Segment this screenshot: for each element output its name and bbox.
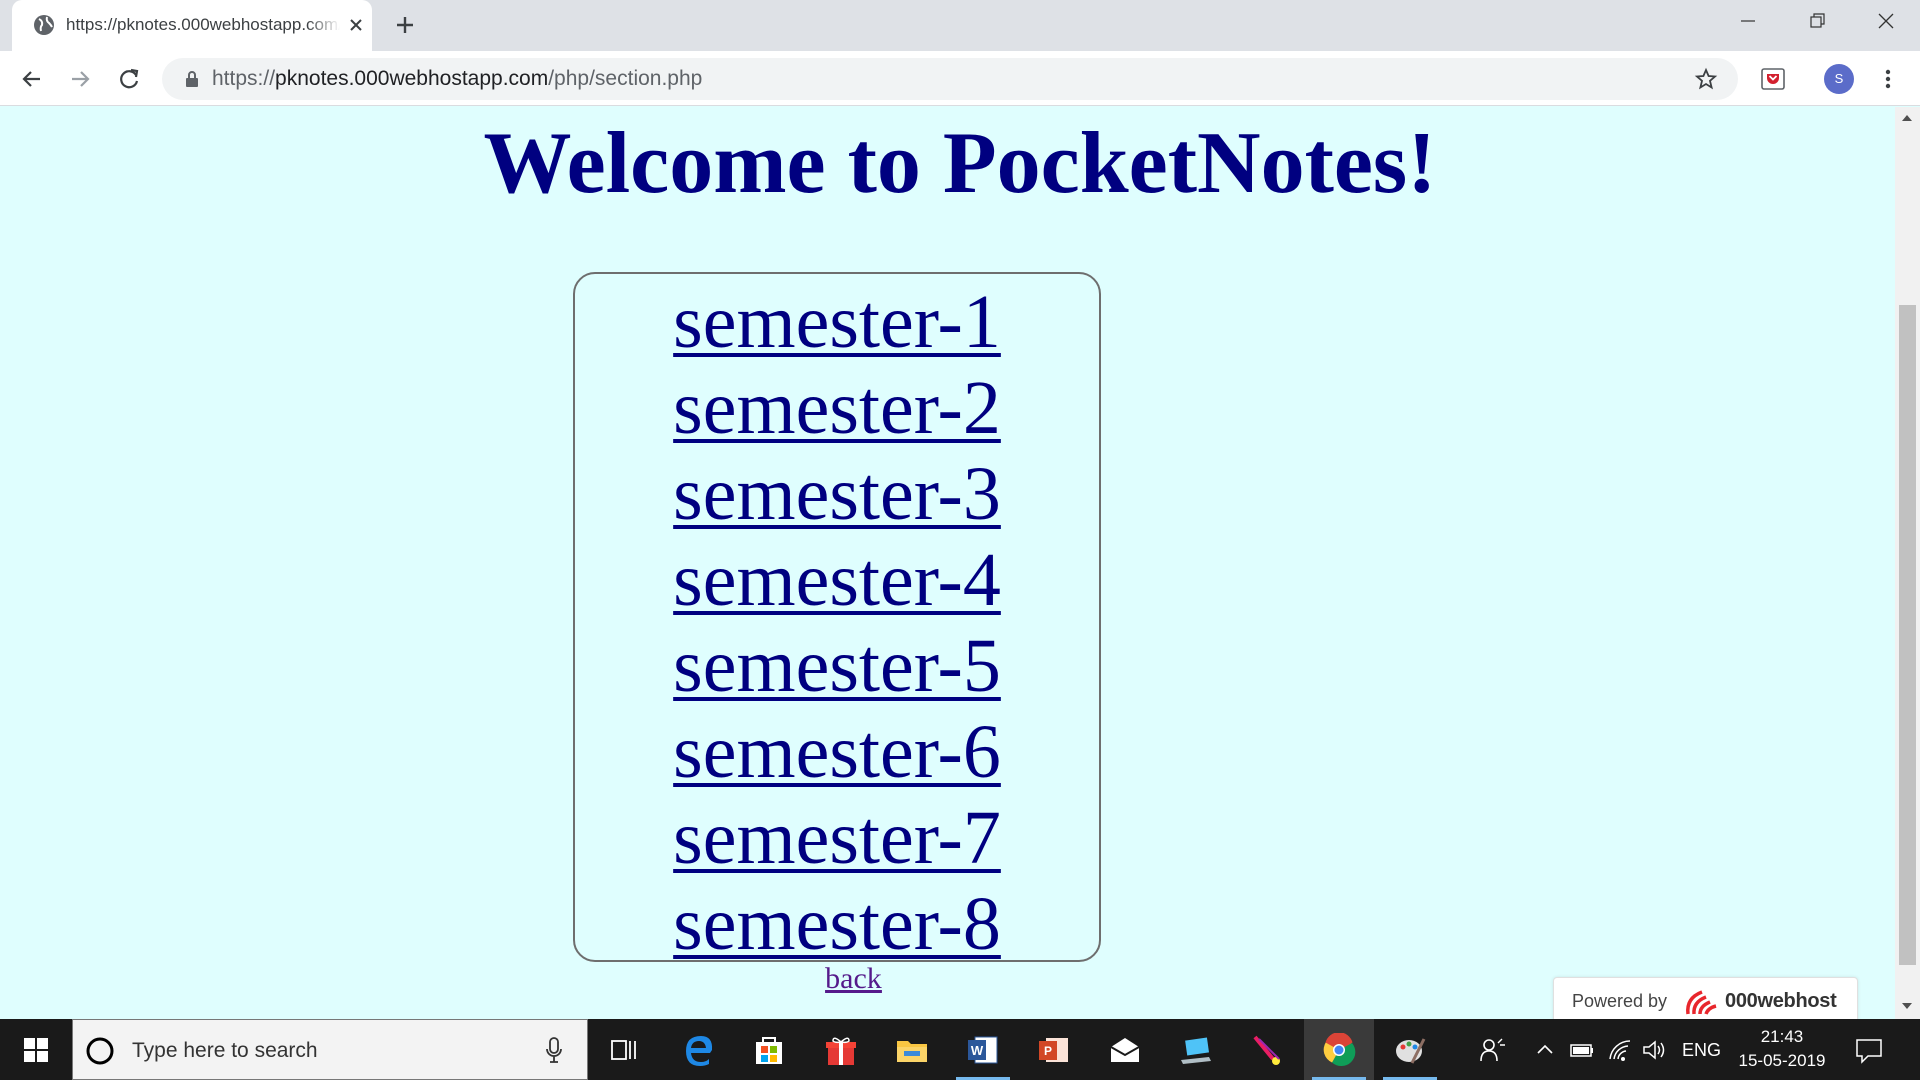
semester-1-link[interactable]: semester-1: [673, 280, 1001, 364]
semester-list: semester-1 semester-2 semester-3 semeste…: [575, 279, 1099, 967]
list-item: semester-5: [575, 623, 1099, 709]
notification-icon[interactable]: [1854, 1035, 1884, 1065]
profile-avatar[interactable]: S: [1824, 64, 1854, 94]
close-window-icon[interactable]: [1851, 0, 1920, 44]
semester-3-link[interactable]: semester-3: [673, 452, 1001, 536]
taskbar-search-box[interactable]: Type here to search: [72, 1019, 588, 1080]
volume-icon[interactable]: [1641, 1035, 1667, 1065]
powerpoint-icon[interactable]: P: [1019, 1019, 1089, 1080]
list-item: semester-6: [575, 709, 1099, 795]
powered-by-brand: 000webhost: [1725, 990, 1837, 1012]
reload-icon[interactable]: [116, 66, 142, 92]
clock[interactable]: 21:43 15-05-2019: [1730, 1025, 1834, 1073]
clock-time: 21:43: [1760, 1027, 1804, 1046]
scroll-down-arrow-icon[interactable]: [1901, 1001, 1913, 1011]
lock-icon[interactable]: [184, 70, 200, 88]
tab-strip: https://pknotes.000webhostapp.com/php/se…: [0, 0, 1920, 51]
new-tab-plus-icon[interactable]: [393, 13, 417, 37]
semester-list-box: semester-1 semester-2 semester-3 semeste…: [573, 272, 1101, 966]
back-link-row: back: [0, 961, 1707, 997]
000webhost-logo-icon: [1686, 990, 1717, 1015]
page-viewport: Welcome to PocketNotes! semester-1 semes…: [0, 107, 1895, 1019]
svg-text:W: W: [971, 1043, 984, 1058]
windows-start-icon[interactable]: [0, 1019, 72, 1080]
minimize-icon[interactable]: [1713, 0, 1782, 44]
list-item: semester-1: [575, 279, 1099, 365]
list-item: semester-4: [575, 537, 1099, 623]
microsoft-store-icon[interactable]: [734, 1019, 804, 1080]
url-path: /php/section.php: [548, 67, 703, 90]
back-arrow-icon[interactable]: [19, 66, 45, 92]
paint-icon[interactable]: [1375, 1019, 1445, 1080]
semester-7-link[interactable]: semester-7: [673, 796, 1001, 880]
cortana-circle-icon: [86, 1037, 114, 1065]
list-item: semester-8: [575, 881, 1099, 967]
semester-6-link[interactable]: semester-6: [673, 710, 1001, 794]
clock-date: 15-05-2019: [1738, 1051, 1826, 1070]
search-placeholder: Type here to search: [132, 1039, 318, 1062]
semester-4-link[interactable]: semester-4: [673, 538, 1001, 622]
powered-by-badge[interactable]: Powered by 000webhost: [1553, 977, 1858, 1019]
more-menu-icon[interactable]: [1876, 66, 1900, 92]
word-icon[interactable]: W: [948, 1019, 1018, 1080]
file-explorer-icon[interactable]: [877, 1019, 947, 1080]
page-title: Welcome to PocketNotes!: [483, 115, 1437, 212]
address-bar[interactable]: https://pknotes.000webhostapp.com/php/se…: [162, 58, 1738, 100]
people-icon[interactable]: [1478, 1035, 1506, 1065]
chrome-icon[interactable]: [1304, 1019, 1374, 1080]
browser-toolbar: https://pknotes.000webhostapp.com/php/se…: [0, 51, 1920, 106]
url-text[interactable]: https://pknotes.000webhostapp.com/php/se…: [212, 67, 702, 91]
globe-icon: [34, 15, 54, 35]
semester-8-link[interactable]: semester-8: [673, 882, 1001, 966]
scroll-up-arrow-icon[interactable]: [1901, 113, 1913, 123]
edge-browser-icon[interactable]: [664, 1019, 734, 1080]
url-scheme: https://: [212, 67, 276, 90]
microphone-icon[interactable]: [545, 1036, 563, 1064]
bookmark-star-icon[interactable]: [1694, 67, 1718, 91]
gift-app-icon[interactable]: [806, 1019, 876, 1080]
restore-icon[interactable]: [1782, 0, 1851, 44]
windows-taskbar: Type here to search W P ENG 21:43 15-05-…: [0, 1019, 1920, 1080]
list-item: semester-7: [575, 795, 1099, 881]
url-host: pknotes.000webhostapp.com: [275, 67, 549, 90]
pocket-extension-icon[interactable]: [1758, 64, 1788, 94]
language-indicator[interactable]: ENG: [1682, 1039, 1721, 1061]
task-view-icon[interactable]: [589, 1019, 659, 1080]
powered-by-label: Powered by: [1572, 991, 1668, 1011]
back-link[interactable]: back: [825, 962, 882, 995]
semester-5-link[interactable]: semester-5: [673, 624, 1001, 708]
scroll-thumb[interactable]: [1899, 305, 1916, 965]
chevron-up-icon[interactable]: [1534, 1035, 1556, 1065]
close-tab-icon[interactable]: [345, 14, 367, 36]
svg-text:P: P: [1044, 1044, 1052, 1058]
semester-2-link[interactable]: semester-2: [673, 366, 1001, 450]
wifi-icon[interactable]: [1607, 1035, 1633, 1065]
snipping-tool-icon[interactable]: [1232, 1019, 1302, 1080]
laptop-app-icon[interactable]: [1161, 1019, 1231, 1080]
list-item: semester-2: [575, 365, 1099, 451]
browser-tab[interactable]: https://pknotes.000webhostapp.com/php/se…: [12, 0, 372, 51]
battery-icon[interactable]: [1569, 1035, 1595, 1065]
page-scrollbar[interactable]: [1895, 107, 1920, 1019]
tab-title: https://pknotes.000webhostapp.com/php/se…: [66, 15, 340, 34]
forward-arrow-icon[interactable]: [67, 66, 93, 92]
mail-icon[interactable]: [1090, 1019, 1160, 1080]
list-item: semester-3: [575, 451, 1099, 537]
